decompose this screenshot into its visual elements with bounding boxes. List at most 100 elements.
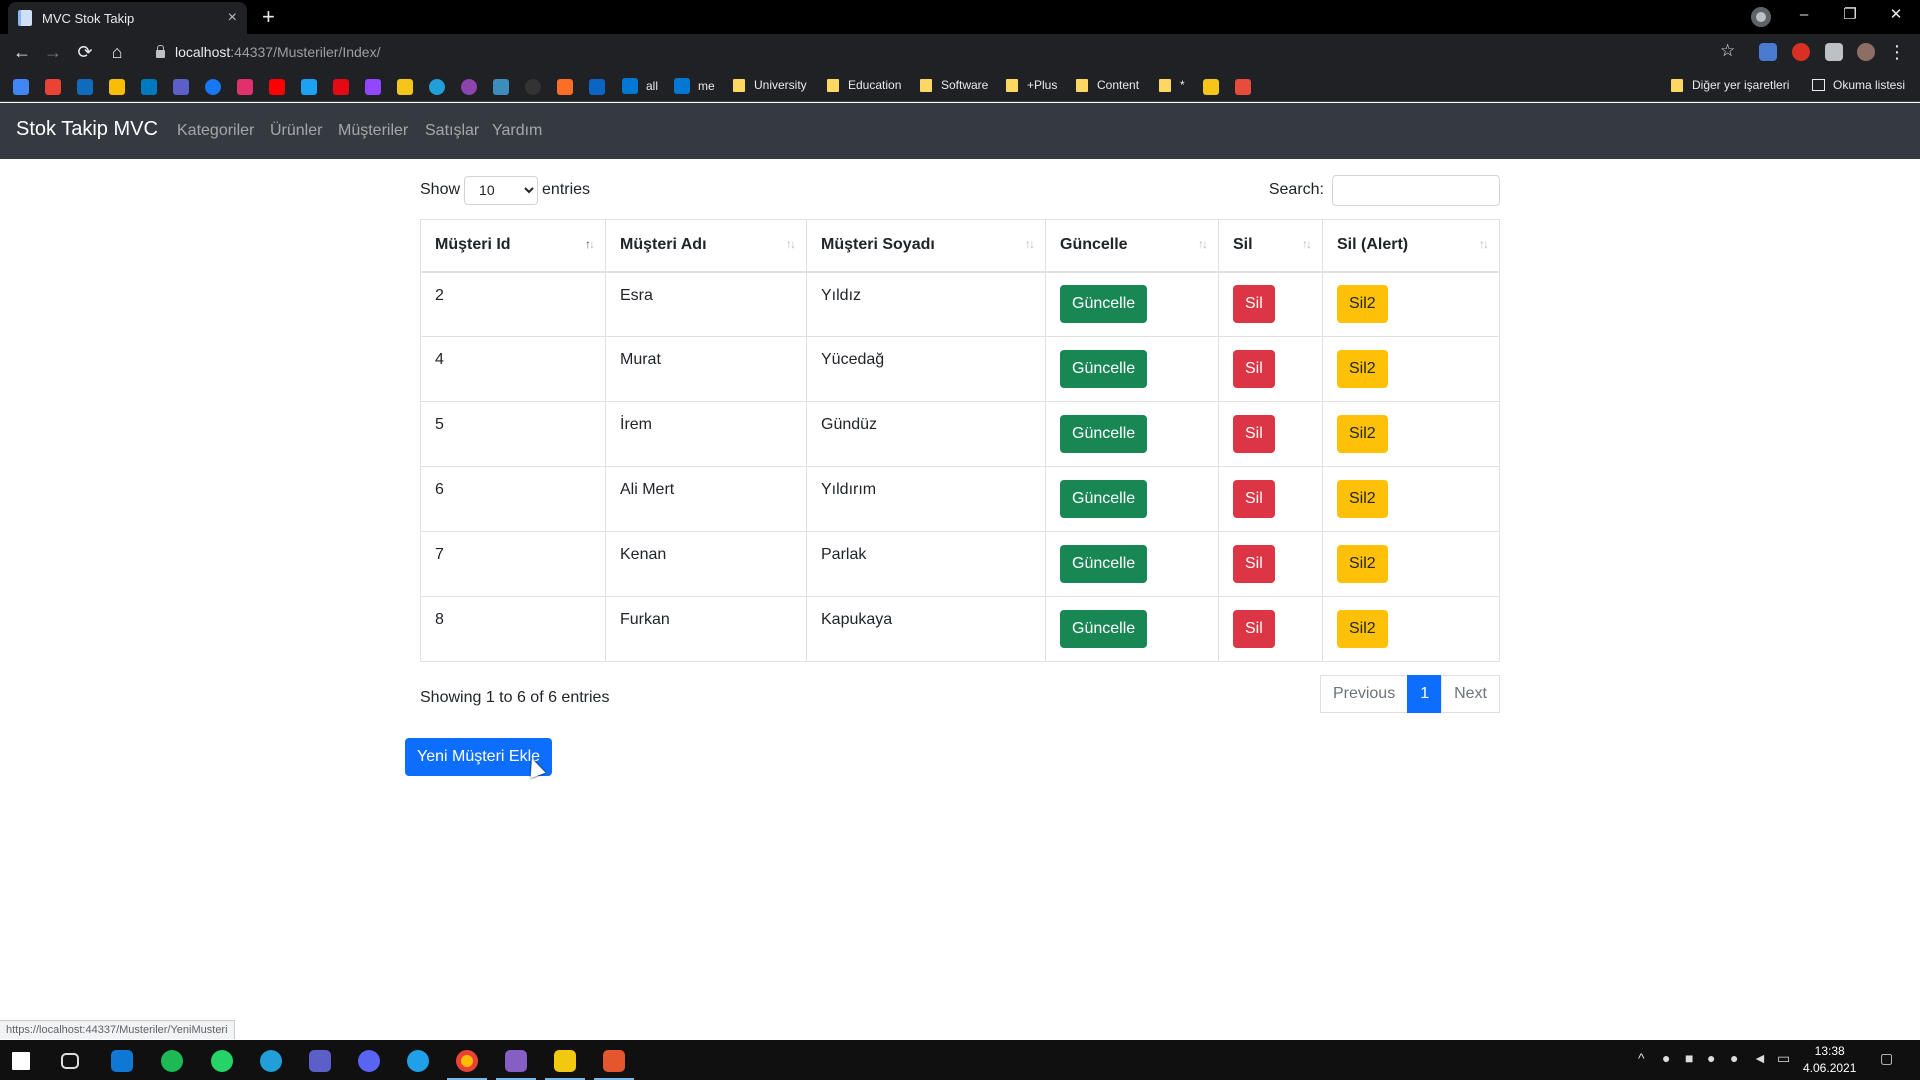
- gitlab-icon[interactable]: [557, 79, 573, 95]
- bookmark-site-icon[interactable]: [13, 79, 29, 95]
- volume-icon[interactable]: ◄: [1753, 1050, 1767, 1066]
- windows-start-icon[interactable]: [12, 1052, 30, 1070]
- teams-icon[interactable]: [173, 79, 189, 95]
- adblock-extension-icon[interactable]: [1792, 43, 1810, 61]
- delete-alert-button[interactable]: Sil2: [1337, 415, 1388, 453]
- delete-alert-button[interactable]: Sil2: [1337, 285, 1388, 324]
- visual-studio-icon[interactable]: [505, 1050, 527, 1072]
- column-header-sil[interactable]: Sil ↑↓: [1218, 219, 1323, 273]
- delete-alert-button[interactable]: Sil2: [1337, 480, 1388, 518]
- imdb-icon[interactable]: [397, 79, 413, 95]
- tab-search-icon[interactable]: [1751, 7, 1771, 27]
- bookmark-folder-plus[interactable]: +Plus: [1006, 78, 1057, 92]
- system-clock[interactable]: 13:38 4.06.2021: [1803, 1043, 1856, 1077]
- delete-alert-button[interactable]: Sil2: [1337, 350, 1388, 388]
- forward-arrow-icon[interactable]: →: [41, 40, 65, 64]
- home-icon[interactable]: ⌂: [105, 40, 129, 64]
- previous-page-button[interactable]: Previous: [1319, 675, 1409, 713]
- next-page-button[interactable]: Next: [1441, 675, 1500, 713]
- bookmark-tool-icon[interactable]: [493, 79, 509, 95]
- google-drive-icon[interactable]: [109, 79, 125, 95]
- new-tab-button[interactable]: +: [262, 5, 275, 29]
- discord-icon[interactable]: [358, 1050, 380, 1072]
- browser-menu-icon[interactable]: ⋮: [1885, 40, 1909, 64]
- navbar-brand[interactable]: Stok Takip MVC: [16, 118, 158, 141]
- other-bookmarks[interactable]: Diğer yer işaretleri: [1671, 78, 1789, 92]
- github-icon[interactable]: [525, 79, 541, 95]
- delete-alert-button[interactable]: Sil2: [1337, 545, 1388, 583]
- bookmark-folder-content[interactable]: Content: [1076, 78, 1139, 92]
- column-header-sil-alert[interactable]: Sil (Alert) ↑↓: [1322, 219, 1500, 273]
- telegram-icon[interactable]: [429, 79, 445, 95]
- chrome-icon[interactable]: [456, 1050, 478, 1072]
- notifications-icon[interactable]: ▢: [1880, 1050, 1893, 1067]
- update-button[interactable]: Güncelle: [1060, 480, 1148, 518]
- twitch-icon[interactable]: [365, 79, 381, 95]
- mail-icon[interactable]: [111, 1050, 133, 1072]
- whatsapp-icon[interactable]: [211, 1050, 233, 1072]
- telegram-tray-icon[interactable]: ●: [1707, 1050, 1715, 1066]
- delete-button[interactable]: Sil: [1233, 415, 1275, 453]
- extensions-puzzle-icon[interactable]: [1825, 43, 1843, 61]
- microphone-icon[interactable]: ●: [1662, 1050, 1670, 1066]
- back-arrow-icon[interactable]: ←: [10, 40, 34, 64]
- task-view-icon[interactable]: [61, 1053, 79, 1069]
- instagram-icon[interactable]: [237, 79, 253, 95]
- nav-link-yardim[interactable]: Yardım: [492, 122, 542, 140]
- column-header-id[interactable]: Müşteri Id ↑↓: [420, 219, 606, 273]
- delete-button[interactable]: Sil: [1233, 545, 1275, 583]
- update-button[interactable]: Güncelle: [1060, 350, 1148, 388]
- facebook-icon[interactable]: [205, 79, 221, 95]
- tray-chevron-icon[interactable]: ^: [1638, 1050, 1645, 1066]
- bookmark-folder-software[interactable]: Software: [920, 78, 988, 92]
- update-button[interactable]: Güncelle: [1060, 545, 1148, 583]
- address-bar[interactable]: localhost:44337/Musteriler/Index/: [144, 38, 1734, 66]
- bookmark-folder-university[interactable]: University: [733, 78, 807, 92]
- edge-icon[interactable]: [407, 1050, 429, 1072]
- network-icon[interactable]: ▭: [1777, 1050, 1790, 1067]
- reload-icon[interactable]: ⟳: [73, 40, 97, 64]
- restore-button[interactable]: ❐: [1827, 0, 1873, 30]
- delete-alert-button[interactable]: Sil2: [1337, 610, 1388, 648]
- nav-link-urunler[interactable]: Ürünler: [270, 122, 322, 140]
- bookmark-star-icon[interactable]: ☆: [1720, 41, 1735, 61]
- nav-link-musteriler[interactable]: Müşteriler: [338, 122, 408, 140]
- column-header-ad[interactable]: Müşteri Adı ↑↓: [605, 219, 807, 273]
- browser-tab[interactable]: MVC Stok Takip ×: [8, 2, 247, 34]
- nav-link-satislar[interactable]: Satışlar: [425, 122, 479, 140]
- telegram-icon[interactable]: [260, 1050, 282, 1072]
- update-button[interactable]: Güncelle: [1060, 285, 1148, 324]
- gmail-icon[interactable]: [45, 79, 61, 95]
- screen-recorder-icon[interactable]: [603, 1050, 625, 1072]
- delete-button[interactable]: Sil: [1233, 350, 1275, 388]
- sql-server-icon[interactable]: [554, 1050, 576, 1072]
- update-button[interactable]: Güncelle: [1060, 415, 1148, 453]
- bookmark-red-icon[interactable]: [1235, 79, 1251, 95]
- page-number-button[interactable]: 1: [1407, 675, 1443, 713]
- linkedin-icon[interactable]: [589, 79, 605, 95]
- search-input[interactable]: [1332, 174, 1500, 206]
- outlook-icon[interactable]: [77, 79, 93, 95]
- bookmark-all[interactable]: all: [622, 78, 658, 94]
- close-window-button[interactable]: ✕: [1873, 0, 1919, 30]
- minimize-button[interactable]: –: [1781, 0, 1827, 30]
- spotify-tray-icon[interactable]: ●: [1730, 1050, 1738, 1066]
- teams-icon[interactable]: [309, 1050, 331, 1072]
- delete-button[interactable]: Sil: [1233, 610, 1275, 648]
- bookmark-me[interactable]: me: [674, 78, 715, 94]
- tab-close-icon[interactable]: ×: [228, 9, 237, 27]
- column-header-soyad[interactable]: Müşteri Soyadı ↑↓: [806, 219, 1046, 273]
- page-length-select[interactable]: 10: [464, 175, 539, 205]
- netflix-icon[interactable]: [333, 79, 349, 95]
- youtube-icon[interactable]: [269, 79, 285, 95]
- bookmark-folder-education[interactable]: Education: [827, 78, 901, 92]
- twitter-icon[interactable]: [301, 79, 317, 95]
- trello-icon[interactable]: [141, 79, 157, 95]
- nav-link-kategoriler[interactable]: Kategoriler: [177, 122, 254, 140]
- bookmark-s-icon[interactable]: [1203, 79, 1219, 95]
- update-button[interactable]: Güncelle: [1060, 610, 1148, 648]
- translate-extension-icon[interactable]: [1759, 43, 1777, 61]
- bookmark-folder-star[interactable]: *: [1159, 78, 1185, 92]
- reading-list[interactable]: Okuma listesi: [1812, 78, 1905, 92]
- column-header-guncelle[interactable]: Güncelle ↑↓: [1045, 219, 1219, 273]
